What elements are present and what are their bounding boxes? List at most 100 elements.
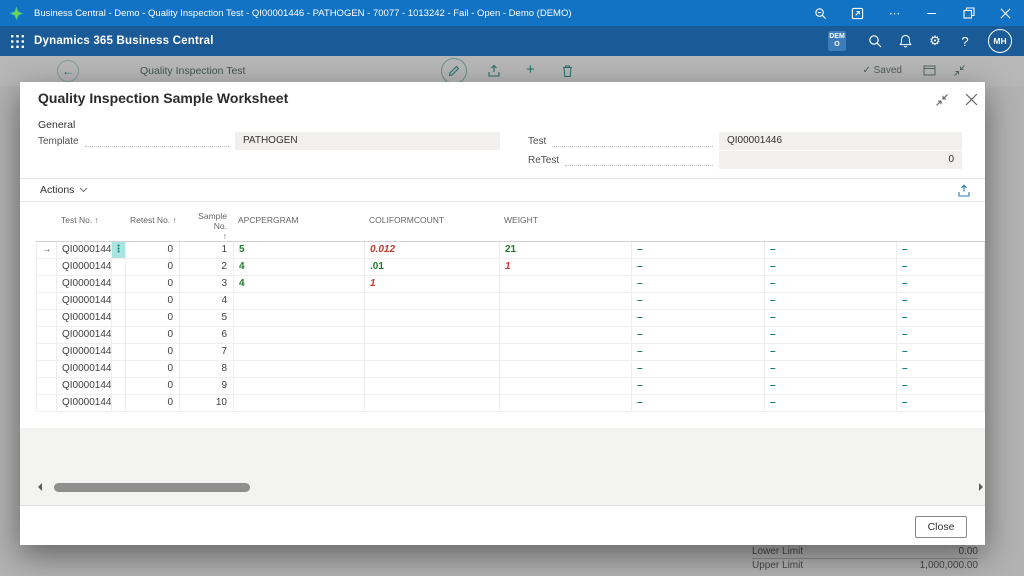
cell-empty-value[interactable]: –: [632, 361, 765, 377]
cell-sample-no[interactable]: 3: [180, 276, 234, 292]
close-button[interactable]: Close: [915, 516, 967, 538]
table-row[interactable]: QI0000144607–––: [36, 344, 985, 361]
column-header[interactable]: APCPERGRAM: [233, 212, 364, 241]
cell-value[interactable]: [500, 378, 632, 394]
cell-retest-no[interactable]: 0: [126, 378, 180, 394]
table-row[interactable]: QI00001446010–––: [36, 395, 985, 412]
cell-test-no[interactable]: QI00001446: [57, 378, 112, 394]
cell-test-no[interactable]: QI00001446: [57, 310, 112, 326]
cell-value[interactable]: [500, 395, 632, 411]
cell-empty-value[interactable]: –: [897, 259, 985, 275]
table-row[interactable]: QI0000144608–––: [36, 361, 985, 378]
cell-empty-value[interactable]: –: [765, 327, 897, 343]
horizontal-scrollbar[interactable]: [36, 480, 985, 494]
row-indicator-icon[interactable]: [37, 327, 57, 343]
cell-context-menu-icon[interactable]: [112, 395, 126, 411]
cell-empty-value[interactable]: –: [632, 310, 765, 326]
cell-context-menu-icon[interactable]: [112, 344, 126, 360]
search-icon[interactable]: [860, 26, 890, 56]
minimize-button[interactable]: [913, 0, 950, 26]
cell-value[interactable]: [500, 344, 632, 360]
cell-sample-no[interactable]: 1: [180, 242, 234, 258]
cell-value[interactable]: [234, 293, 365, 309]
cell-value[interactable]: [234, 344, 365, 360]
row-indicator-icon[interactable]: [37, 395, 57, 411]
row-indicator-icon[interactable]: [37, 310, 57, 326]
cell-empty-value[interactable]: –: [765, 242, 897, 258]
row-indicator-icon[interactable]: →: [37, 242, 57, 258]
cell-empty-value[interactable]: –: [765, 378, 897, 394]
cell-value[interactable]: [365, 378, 500, 394]
close-dialog-icon[interactable]: [964, 92, 979, 107]
cell-empty-value[interactable]: –: [765, 310, 897, 326]
cell-test-no[interactable]: QI00001446: [57, 242, 112, 258]
cell-test-no[interactable]: QI00001446: [57, 276, 112, 292]
scroll-right-arrow[interactable]: [979, 483, 983, 491]
cell-sample-no[interactable]: 9: [180, 378, 234, 394]
actions-menu[interactable]: Actions: [40, 184, 74, 196]
cell-sample-no[interactable]: 6: [180, 327, 234, 343]
cell-retest-no[interactable]: 0: [126, 395, 180, 411]
cell-value[interactable]: 0.012: [365, 242, 500, 258]
settings-gear-icon[interactable]: ⚙: [920, 26, 950, 56]
cell-value[interactable]: [500, 327, 632, 343]
row-indicator-icon[interactable]: [37, 276, 57, 292]
cell-value[interactable]: 21: [500, 242, 632, 258]
cell-context-menu-icon[interactable]: [112, 259, 126, 275]
cell-value[interactable]: [365, 327, 500, 343]
template-input[interactable]: PATHOGEN: [235, 132, 500, 150]
cell-empty-value[interactable]: –: [632, 276, 765, 292]
cell-empty-value[interactable]: –: [897, 361, 985, 377]
cell-value[interactable]: .01: [365, 259, 500, 275]
cell-retest-no[interactable]: 0: [126, 361, 180, 377]
restore-button[interactable]: [950, 0, 987, 26]
cell-value[interactable]: [365, 293, 500, 309]
column-header[interactable]: Test No. ↑: [56, 212, 111, 241]
close-window-button[interactable]: [987, 0, 1024, 26]
column-header[interactable]: WEIGHT: [499, 212, 631, 241]
column-header[interactable]: COLIFORMCOUNT: [364, 212, 499, 241]
cell-sample-no[interactable]: 2: [180, 259, 234, 275]
column-header[interactable]: Sample No. ↑: [179, 212, 233, 241]
cell-empty-value[interactable]: –: [897, 310, 985, 326]
cell-value[interactable]: [500, 310, 632, 326]
table-row[interactable]: QI0000144605–––: [36, 310, 985, 327]
cell-value[interactable]: [365, 395, 500, 411]
cell-empty-value[interactable]: –: [632, 378, 765, 394]
cell-value[interactable]: [234, 395, 365, 411]
table-row[interactable]: QI000014460341–––: [36, 276, 985, 293]
collapse-dialog-icon[interactable]: [935, 93, 949, 107]
cell-context-menu-icon[interactable]: ⋮: [112, 242, 126, 258]
cell-empty-value[interactable]: –: [765, 361, 897, 377]
cell-empty-value[interactable]: –: [897, 276, 985, 292]
cell-test-no[interactable]: QI00001446: [57, 344, 112, 360]
cell-sample-no[interactable]: 7: [180, 344, 234, 360]
open-in-new-window-icon[interactable]: [957, 184, 971, 203]
cell-value[interactable]: [365, 310, 500, 326]
scrollbar-thumb[interactable]: [54, 483, 250, 492]
cell-value[interactable]: 1: [500, 259, 632, 275]
user-avatar[interactable]: MH: [988, 29, 1012, 53]
cell-empty-value[interactable]: –: [632, 242, 765, 258]
help-icon[interactable]: ?: [950, 26, 980, 56]
cell-retest-no[interactable]: 0: [126, 310, 180, 326]
cell-sample-no[interactable]: 10: [180, 395, 234, 411]
cell-context-menu-icon[interactable]: [112, 361, 126, 377]
cell-value[interactable]: 4: [234, 276, 365, 292]
row-indicator-icon[interactable]: [37, 259, 57, 275]
row-indicator-icon[interactable]: [37, 293, 57, 309]
test-input[interactable]: QI00001446: [719, 132, 962, 150]
cell-sample-no[interactable]: 4: [180, 293, 234, 309]
table-row[interactable]: →QI00001446⋮0150.01221–––: [36, 242, 985, 259]
cell-test-no[interactable]: QI00001446: [57, 293, 112, 309]
row-indicator-icon[interactable]: [37, 344, 57, 360]
cell-test-no[interactable]: QI00001446: [57, 361, 112, 377]
cell-retest-no[interactable]: 0: [126, 276, 180, 292]
table-row[interactable]: QI0000144604–––: [36, 293, 985, 310]
cell-value[interactable]: [234, 361, 365, 377]
cell-test-no[interactable]: QI00001446: [57, 327, 112, 343]
cell-value[interactable]: [500, 276, 632, 292]
cell-empty-value[interactable]: –: [632, 395, 765, 411]
environment-badge[interactable]: DEMO: [828, 31, 846, 51]
cell-empty-value[interactable]: –: [765, 395, 897, 411]
